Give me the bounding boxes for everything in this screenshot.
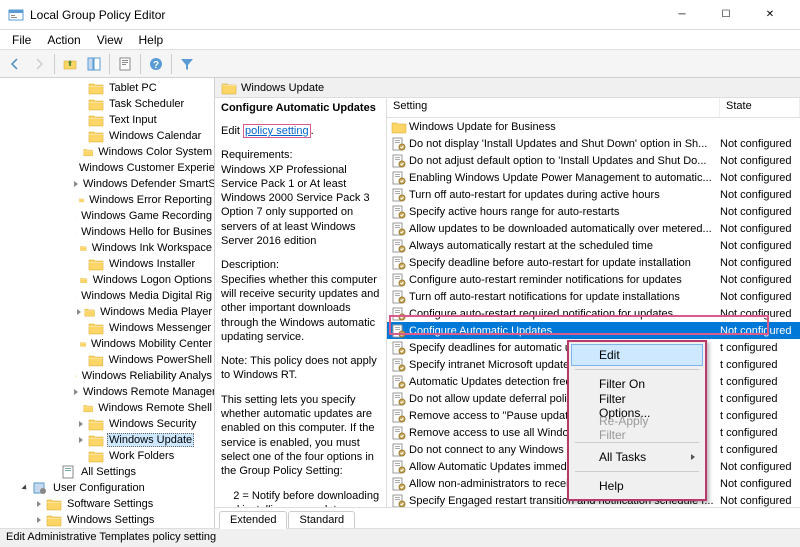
- show-hide-tree-button[interactable]: [83, 53, 105, 75]
- list-item[interactable]: Specify active hours range for auto-rest…: [387, 203, 800, 220]
- tree-item[interactable]: Text Input: [0, 112, 214, 128]
- tree-item[interactable]: Windows Game Recording: [0, 208, 214, 224]
- tree-item[interactable]: Windows Mobility Center: [0, 336, 214, 352]
- menu-help[interactable]: Help: [131, 31, 172, 49]
- description-pane: Configure Automatic Updates Edit policy …: [215, 98, 387, 507]
- settings-list: Setting State Windows Update for Busines…: [387, 98, 800, 507]
- list-item[interactable]: Windows Update for Business: [387, 118, 800, 135]
- help-button[interactable]: ?: [145, 53, 167, 75]
- menu-item[interactable]: All Tasks: [571, 446, 703, 468]
- list-item[interactable]: Allow updates to be downloaded automatic…: [387, 220, 800, 237]
- tree-item[interactable]: Windows Update: [0, 432, 214, 448]
- tree-item[interactable]: Windows Media Digital Rig: [0, 288, 214, 304]
- list-item[interactable]: Do not display 'Install Updates and Shut…: [387, 135, 800, 152]
- maximize-button[interactable]: ☐: [704, 1, 748, 29]
- tree-item[interactable]: Windows Reliability Analys: [0, 368, 214, 384]
- list-item[interactable]: Configure Automatic UpdatesNot configure…: [387, 322, 800, 339]
- tree-item[interactable]: User Configuration: [0, 480, 214, 496]
- close-button[interactable]: ✕: [748, 1, 792, 29]
- menubar: File Action View Help: [0, 30, 800, 50]
- tab-standard[interactable]: Standard: [288, 511, 355, 528]
- tree-item[interactable]: Windows Customer Experie: [0, 160, 214, 176]
- list-item[interactable]: Configure auto-restart required notifica…: [387, 305, 800, 322]
- folder-icon: [221, 81, 237, 95]
- view-tabs: Extended Standard: [215, 507, 800, 528]
- list-item[interactable]: Configure auto-restart reminder notifica…: [387, 271, 800, 288]
- breadcrumb: Windows Update: [215, 78, 800, 98]
- tree-item[interactable]: Tablet PC: [0, 80, 214, 96]
- tree-item[interactable]: Windows Error Reporting: [0, 192, 214, 208]
- edit-policy-link[interactable]: policy setting: [243, 124, 311, 138]
- titlebar: Local Group Policy Editor ─ ☐ ✕: [0, 0, 800, 30]
- up-button[interactable]: [59, 53, 81, 75]
- tree-item[interactable]: Windows Media Player: [0, 304, 214, 320]
- list-item[interactable]: Enabling Windows Update Power Management…: [387, 169, 800, 186]
- menu-item[interactable]: Help: [571, 475, 703, 497]
- list-item[interactable]: Specify deadline before auto-restart for…: [387, 254, 800, 271]
- tree-item[interactable]: Windows Remote Shell: [0, 400, 214, 416]
- tree-item[interactable]: Windows Settings: [0, 512, 214, 528]
- tree-item[interactable]: Windows Hello for Busines: [0, 224, 214, 240]
- tree-item[interactable]: Task Scheduler: [0, 96, 214, 112]
- toolbar: ?: [0, 50, 800, 78]
- menu-view[interactable]: View: [89, 31, 131, 49]
- tree-item[interactable]: Windows Security: [0, 416, 214, 432]
- list-item[interactable]: Do not adjust default option to 'Install…: [387, 152, 800, 169]
- policy-title: Configure Automatic Updates: [221, 102, 380, 114]
- tree-item[interactable]: All Settings: [0, 464, 214, 480]
- breadcrumb-text: Windows Update: [241, 82, 324, 94]
- tree-item[interactable]: Windows Ink Workspace: [0, 240, 214, 256]
- window-title: Local Group Policy Editor: [30, 8, 660, 22]
- tree-item[interactable]: Windows Defender SmartSc: [0, 176, 214, 192]
- list-header: Setting State: [387, 98, 800, 118]
- menu-item[interactable]: Edit: [571, 344, 703, 366]
- menu-file[interactable]: File: [4, 31, 39, 49]
- filter-button[interactable]: [176, 53, 198, 75]
- menu-action[interactable]: Action: [39, 31, 88, 49]
- tree-item[interactable]: Windows Logon Options: [0, 272, 214, 288]
- tree-item[interactable]: Windows Messenger: [0, 320, 214, 336]
- console-tree[interactable]: Tablet PCTask SchedulerText InputWindows…: [0, 78, 215, 528]
- tree-item[interactable]: Windows Installer: [0, 256, 214, 272]
- app-icon: [8, 7, 24, 23]
- tree-item[interactable]: Windows Color System: [0, 144, 214, 160]
- list-item[interactable]: Always automatically restart at the sche…: [387, 237, 800, 254]
- list-item[interactable]: Turn off auto-restart for updates during…: [387, 186, 800, 203]
- menu-item: Re-Apply Filter: [571, 417, 703, 439]
- col-setting[interactable]: Setting: [387, 98, 720, 117]
- tree-item[interactable]: Windows Calendar: [0, 128, 214, 144]
- minimize-button[interactable]: ─: [660, 1, 704, 29]
- properties-button[interactable]: [114, 53, 136, 75]
- tree-item[interactable]: Software Settings: [0, 496, 214, 512]
- context-menu: EditFilter OnFilter Options...Re-Apply F…: [567, 340, 707, 501]
- back-button[interactable]: [4, 53, 26, 75]
- tree-item[interactable]: Work Folders: [0, 448, 214, 464]
- tree-item[interactable]: Windows PowerShell: [0, 352, 214, 368]
- status-bar: Edit Administrative Templates policy set…: [0, 528, 800, 547]
- col-state[interactable]: State: [720, 98, 800, 117]
- tree-item[interactable]: Windows Remote Manager: [0, 384, 214, 400]
- tab-extended[interactable]: Extended: [219, 511, 287, 529]
- list-item[interactable]: Turn off auto-restart notifications for …: [387, 288, 800, 305]
- svg-text:?: ?: [153, 60, 159, 71]
- forward-button[interactable]: [28, 53, 50, 75]
